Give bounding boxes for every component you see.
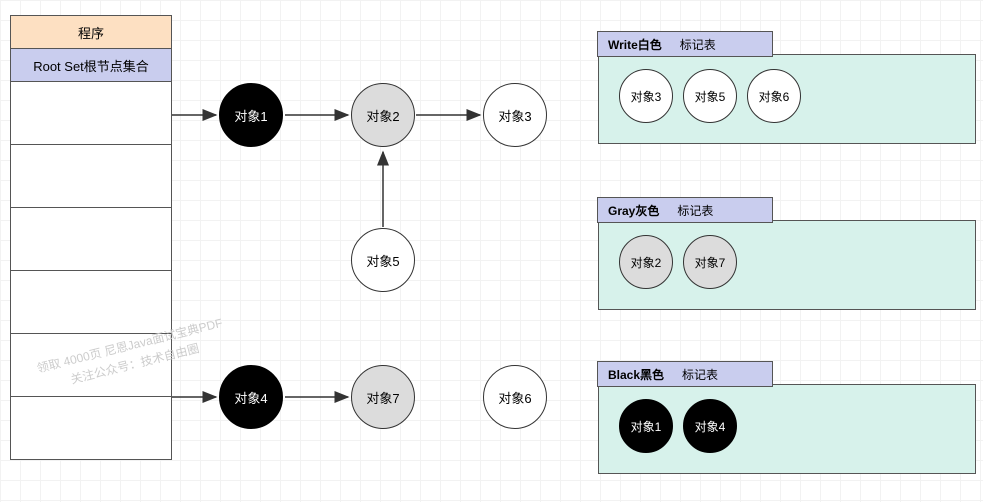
stack-slot [10,270,172,334]
node-label: 对象4 [234,388,267,407]
panel-header-white: Write白色 标记表 [597,31,773,57]
panel-subtitle: 标记表 [677,202,713,219]
badge-label: 对象7 [695,254,726,271]
node-label: 对象6 [498,388,531,407]
panel-header-black: Black黑色 标记表 [597,361,773,387]
panel-title: Black黑色 [608,366,664,383]
badge-label: 对象1 [631,418,662,435]
panel-title: Gray灰色 [608,202,659,219]
node-label: 对象3 [498,106,531,125]
node-obj5: 对象5 [351,228,415,292]
panel-body-gray: 对象2 对象7 [599,221,975,309]
badge-label: 对象6 [759,88,790,105]
panel-body-black: 对象1 对象4 [599,385,975,473]
badge-obj3: 对象3 [619,69,673,123]
badge-obj2: 对象2 [619,235,673,289]
node-label: 对象2 [366,106,399,125]
badge-label: 对象2 [631,254,662,271]
panel-subtitle: 标记表 [680,36,716,53]
panel-body-white: 对象3 对象5 对象6 [599,55,975,143]
badge-obj1: 对象1 [619,399,673,453]
rootset-box: Root Set根节点集合 [10,48,172,82]
node-obj4: 对象4 [219,365,283,429]
black-mark-panel: Black黑色 标记表 对象1 对象4 [598,384,976,474]
node-obj3: 对象3 [483,83,547,147]
program-label: 程序 [78,23,104,42]
panel-subtitle: 标记表 [682,366,718,383]
node-label: 对象7 [366,388,399,407]
program-box: 程序 [10,15,172,49]
stack-slot [10,81,172,145]
badge-label: 对象4 [695,418,726,435]
badge-label: 对象5 [695,88,726,105]
panel-title: Write白色 [608,36,662,53]
stack-slot [10,207,172,271]
node-label: 对象1 [234,106,267,125]
badge-obj7: 对象7 [683,235,737,289]
node-obj2: 对象2 [351,83,415,147]
gray-mark-panel: Gray灰色 标记表 对象2 对象7 [598,220,976,310]
panel-header-gray: Gray灰色 标记表 [597,197,773,223]
node-obj6: 对象6 [483,365,547,429]
badge-obj5: 对象5 [683,69,737,123]
stack-slot [10,396,172,460]
badge-obj4: 对象4 [683,399,737,453]
node-label: 对象5 [366,251,399,270]
badge-obj6: 对象6 [747,69,801,123]
white-mark-panel: Write白色 标记表 对象3 对象5 对象6 [598,54,976,144]
node-obj7: 对象7 [351,365,415,429]
badge-label: 对象3 [631,88,662,105]
rootset-label: Root Set根节点集合 [33,56,149,75]
stack-slot [10,144,172,208]
node-obj1: 对象1 [219,83,283,147]
